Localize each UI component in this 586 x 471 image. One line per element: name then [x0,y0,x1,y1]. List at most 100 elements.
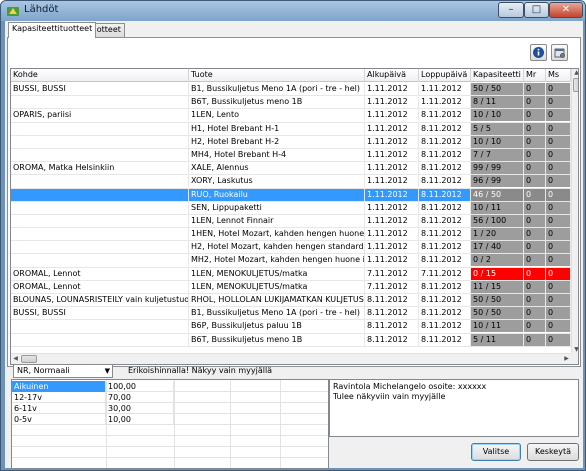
tab-kapasiteettituotteet[interactable]: Kapasiteettituotteet [8,22,97,38]
table-row[interactable]: BUSSI, BUSSI B1, Bussikuljetus Meno 1A (p… [11,307,571,321]
column-header-loppupaiva[interactable]: Loppupäivä [419,69,471,82]
cell-tuote: H2, Hotel Mozart, kahden hengen standard… [191,241,365,254]
table-row[interactable]: 1LEN, Lennot Finnair 1.11.2012 8.11.2012 56… [11,214,571,229]
scroll-up-icon[interactable]: ▲ [572,69,578,76]
table-row[interactable]: 1HEN, Hotel Mozart, kahden hengen huone … [11,228,571,242]
column-header-kohde[interactable]: Kohde [11,69,189,82]
cell-ms: 0 [546,333,571,346]
table-row[interactable]: BLOUNAS, LOUNASRISTEILY vain kuljetustuo… [11,294,571,308]
cell-kapasiteetti: 50 / 50 [471,307,524,320]
cell-tuote: B1, Bussikuljetus Meno 1A (pori - tre - … [189,307,365,320]
cell-tuote: H1, Hotel Brebant H-1 [189,122,365,135]
horizontal-scrollbar[interactable]: ◀ ▶ [11,353,571,364]
cell-alkupaiva: 1.11.2012 [365,175,419,188]
cell-mr: 0 [524,188,546,201]
table-row[interactable]: OPARIS, pariisi 1LEN, Lento 1.11.2012 8.11.… [11,109,571,123]
cell-loppupaiva: 1.11.2012 [419,83,471,95]
cell-alkupaiva: 8.11.2012 [365,294,419,306]
column-header-mr[interactable]: Mr [524,69,546,82]
scroll-corner [571,353,578,364]
table-row[interactable]: OROMA, Matka Helsinkiin XALE, Alennus 1.11… [11,162,571,176]
cell-ms: 0 [546,280,571,293]
cell-kapasiteetti: 0 / 15 [471,267,524,280]
cell-ms: 0 [546,320,571,333]
cell-kohde: OROMA, Matka Helsinkiin [11,162,189,175]
cell-loppupaiva: 8.11.2012 [419,254,471,267]
table-row[interactable]: MH4, Hotel Brebant H-4 1.11.2012 8.11.2012… [11,148,571,163]
cell-ms: 0 [546,175,571,188]
cell-kapasiteetti: 10 / 11 [471,201,524,214]
table-row[interactable]: RUO, Ruokailu 1.11.2012 8.11.2012 46 / 50 0 0 [11,188,571,202]
column-header-alkupaiva[interactable]: Alkupäivä [365,69,419,82]
cell-kapasiteetti: 50 / 50 [471,294,524,306]
scroll-left-icon[interactable]: ◀ [11,355,20,362]
cell-tuote: B6T, Bussikuljetus meno 1B [189,96,365,109]
scroll-down-icon[interactable]: ▼ [572,346,578,353]
cell-mr: 0 [524,294,546,306]
cell-mr: 0 [524,122,546,135]
column-header-kapasiteetti[interactable]: Kapasiteetti [471,69,524,82]
cell-alkupaiva: 1.11.2012 [365,109,419,122]
table-row[interactable]: OROMAL, Lennot 1LEN, MENOKULJETUS/matka 7.… [11,280,571,294]
select-button[interactable]: Valitse [471,443,521,461]
cell-loppupaiva: 8.11.2012 [419,162,471,175]
cell-mr: 0 [524,254,546,267]
info-button[interactable] [530,44,547,61]
cell-kapasiteetti: 10 / 10 [471,109,524,122]
table-row[interactable]: H2, Hotel Brebant H-2 1.11.2012 8.11.2012 1… [11,135,571,149]
chevron-down-icon[interactable]: ▼ [105,365,110,377]
column-header-tuote[interactable]: Tuote [189,69,365,82]
cell-loppupaiva: 8.11.2012 [419,175,471,188]
cell-kohde: OROMAL, Lennot [11,280,189,293]
table-body: BUSSI, BUSSI B1, Bussikuljetus Meno 1A (p… [11,83,571,347]
special-price-notice: Erikoishinnalla! Näkyy vain myyjällä [128,366,273,375]
settings-button[interactable] [551,44,568,61]
vertical-scrollbar[interactable]: ▲ ▼ [571,69,578,353]
maximize-button[interactable]: □ [524,2,549,18]
price-label: Aikuinen [12,381,106,392]
table-row[interactable]: SEN, Lippupaketti 1.11.2012 8.11.2012 10 / … [11,201,571,215]
price-col-divider [280,380,281,468]
cell-kohde: BUSSI, BUSSI [11,83,189,95]
cell-mr: 0 [524,333,546,346]
table-row[interactable]: H1, Hotel Brebant H-1 1.11.2012 8.11.2012 5… [11,122,571,136]
cell-tuote: B6P, Bussikuljetus paluu 1B [189,320,365,333]
cell-kohde [11,320,189,333]
cell-mr: 0 [524,83,546,95]
price-type-select[interactable]: NR, Normaali ▼ [13,364,113,378]
cell-tuote: XORY, Laskutus [189,175,365,188]
cell-ms: 0 [546,228,571,241]
scroll-right-icon[interactable]: ▶ [562,355,571,362]
notes-box[interactable]: Ravintola Michelangelo osoite: xxxxxx Tu… [329,379,579,437]
table-row[interactable]: H2, Hotel Mozart, kahden hengen standard… [11,241,571,255]
table-header: Kohde Tuote Alkupäivä Loppupäivä Kapasit… [11,69,571,82]
title-bar[interactable]: Lähdöt – □ ✕ [1,1,585,21]
minimize-button[interactable]: – [498,2,524,18]
column-header-ms[interactable]: Ms [546,69,571,82]
price-table: Aikuinen 100,00 12-17v 70,00 6-11v 30,00 0-5v 1… [11,379,329,469]
cell-kapasiteetti: 10 / 11 [471,320,524,333]
table-row[interactable]: B6T, Bussikuljetus meno 1B 1.11.2012 1.11.… [11,96,571,110]
cell-tuote: XALE, Alennus [189,162,365,175]
table-row[interactable]: B6P, Bussikuljetus paluu 1B 8.11.2012 8.11… [11,320,571,334]
cell-ms: 0 [546,201,571,214]
cell-loppupaiva: 8.11.2012 [419,228,471,241]
cell-ms: 0 [546,148,571,161]
notes-line: Tulee näkyviin vain myyjälle [333,392,446,401]
cell-kohde: OPARIS, pariisi [11,109,189,122]
cell-alkupaiva: 1.11.2012 [365,201,419,214]
close-button[interactable]: ✕ [549,2,583,18]
table-row[interactable]: B6T, Bussikuljetus meno 1B 8.11.2012 8.11.… [11,333,571,347]
price-col-divider [106,380,107,468]
cell-loppupaiva: 8.11.2012 [419,294,471,306]
main-window: Lähdöt – □ ✕ Kapasiteettituotteet Tuotte… [0,0,586,471]
table-row[interactable]: OROMAL, Lennot 1LEN, MENOKULJETUS/matka 7.… [11,267,571,281]
horizontal-scroll-thumb[interactable] [21,355,37,363]
cell-loppupaiva: 8.11.2012 [419,109,471,122]
table-row[interactable]: XORY, Laskutus 1.11.2012 8.11.2012 96 / 99 0… [11,175,571,189]
vertical-scroll-thumb[interactable] [573,78,578,92]
cell-mr: 0 [524,214,546,227]
table-row[interactable]: MH2, Hotel Mozart, kahden hengen huone i… [11,254,571,268]
cancel-button[interactable]: Keskeytä [527,443,579,461]
table-row[interactable]: BUSSI, BUSSI B1, Bussikuljetus Meno 1A (p… [11,83,571,97]
